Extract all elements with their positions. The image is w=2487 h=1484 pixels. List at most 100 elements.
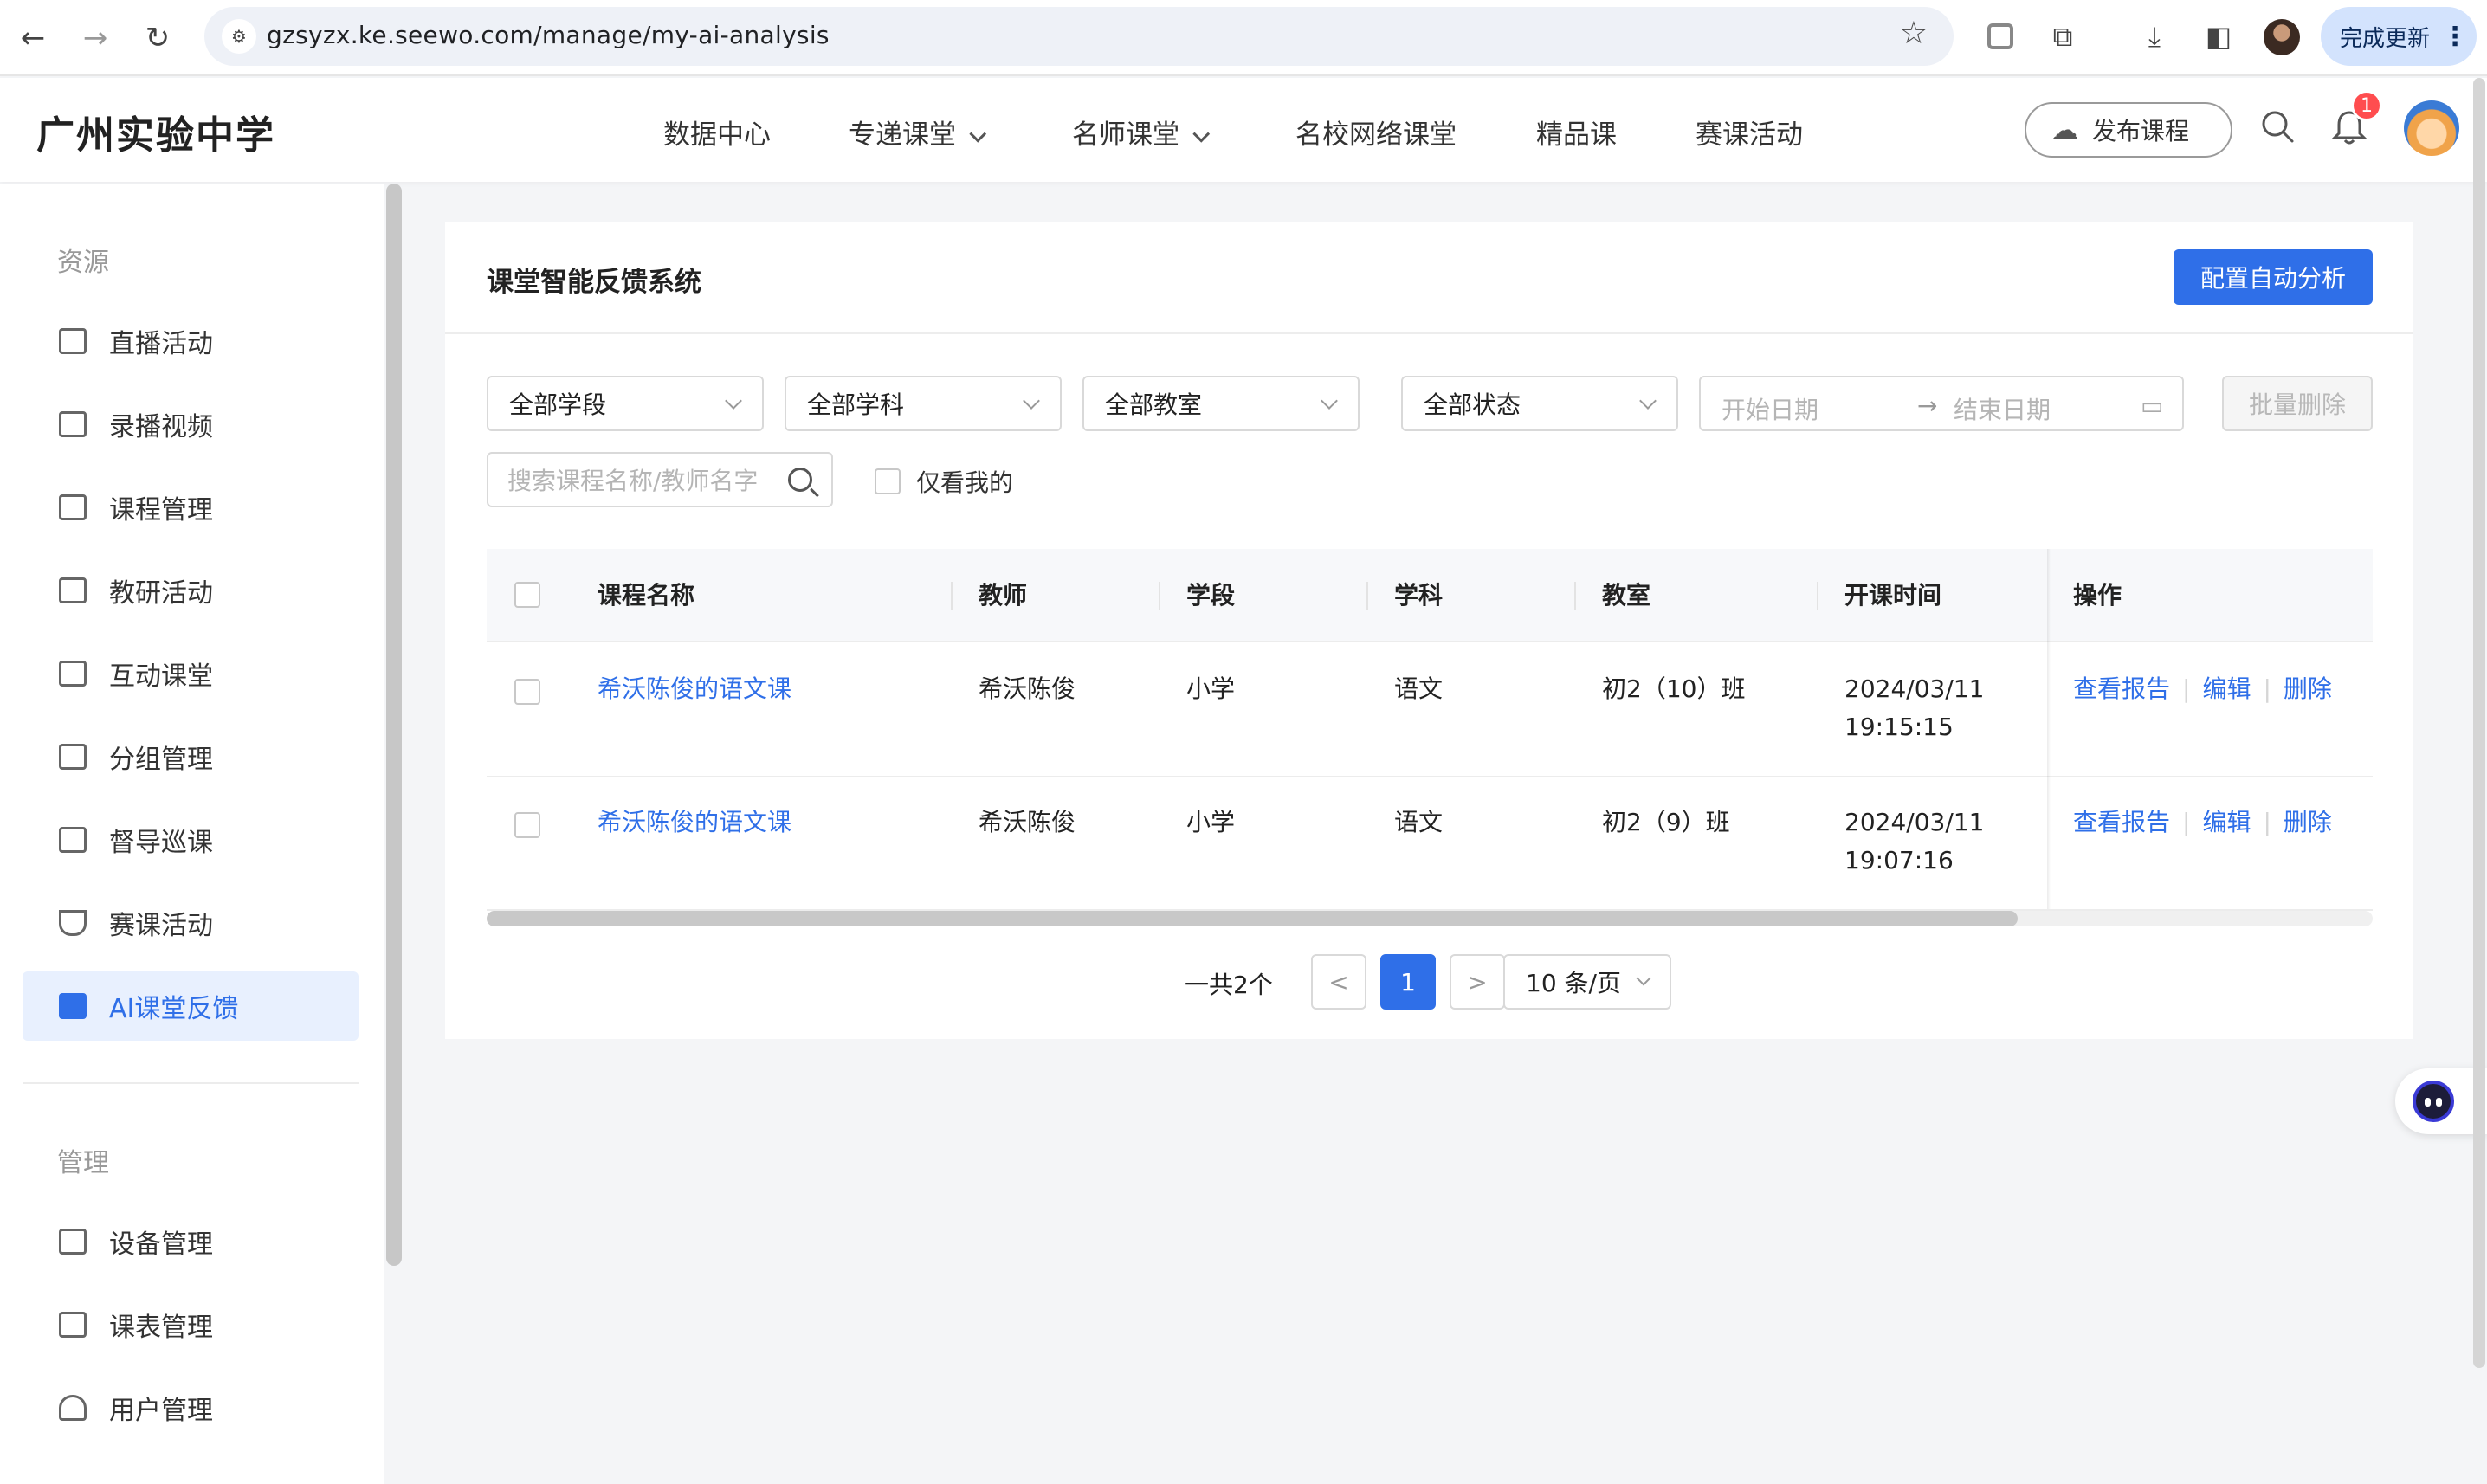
only-mine-checkbox[interactable]: 仅看我的 xyxy=(875,464,1013,499)
sidebar-item-schedule[interactable]: 课表管理 xyxy=(23,1290,359,1359)
batch-delete-button[interactable]: 批量删除 xyxy=(2222,376,2373,431)
nav-relay-classroom[interactable]: 专递课堂 xyxy=(849,113,987,152)
sidebar-item-competition[interactable]: 赛课活动 xyxy=(23,888,359,958)
sidebar-item-label: 用户管理 xyxy=(109,1396,213,1426)
table-row: 希沃陈俊的语文课 希沃陈俊 小学 语文 初2（10）班 2024/03/11 1… xyxy=(487,644,2373,777)
back-arrow-icon[interactable]: ← xyxy=(12,17,54,59)
view-report-link[interactable]: 查看报告 xyxy=(2073,808,2170,836)
checkbox[interactable] xyxy=(875,468,901,494)
edit-link[interactable]: 编辑 xyxy=(2202,808,2251,836)
config-auto-analysis-button[interactable]: 配置自动分析 xyxy=(2174,249,2373,305)
nav-label: 精品课 xyxy=(1536,119,1617,151)
sidebar-item-label: 直播活动 xyxy=(109,329,213,359)
nav-data-center[interactable]: 数据中心 xyxy=(663,113,771,152)
stage-select[interactable]: 全部学段 xyxy=(487,376,764,431)
nav-competition[interactable]: 赛课活动 xyxy=(1696,113,1803,152)
download-icon[interactable]: ⤓ xyxy=(2134,16,2175,57)
page-number-button[interactable]: 1 xyxy=(1380,954,1436,1010)
assistant-robot-icon xyxy=(2413,1081,2454,1122)
action-divider: | xyxy=(2263,674,2271,703)
sidebar-item-research[interactable]: 教研活动 xyxy=(23,556,359,625)
sidebar-divider xyxy=(23,1082,359,1084)
edit-link[interactable]: 编辑 xyxy=(2202,674,2251,703)
sidebar-scrollbar[interactable] xyxy=(386,184,402,1266)
course-name-link[interactable]: 希沃陈俊的语文课 xyxy=(598,670,791,708)
nav-quality-course[interactable]: 精品课 xyxy=(1536,113,1617,152)
column-divider xyxy=(1159,582,1160,610)
search-icon[interactable] xyxy=(788,468,812,492)
side-panel-icon[interactable]: ◧ xyxy=(2198,16,2239,57)
teacher-cell: 希沃陈俊 xyxy=(979,808,1076,836)
table-horizontal-scrollbar[interactable] xyxy=(487,911,2373,926)
subject-select[interactable]: 全部学科 xyxy=(785,376,1062,431)
sidebar-item-users[interactable]: 用户管理 xyxy=(23,1373,359,1442)
end-date-input[interactable]: 结束日期 xyxy=(1954,391,2051,426)
school-name[interactable]: 广州实验中学 xyxy=(36,104,275,159)
start-time-cell: 19:15:15 xyxy=(1844,713,1954,741)
sidebar-item-recorded-video[interactable]: 录播视频 xyxy=(23,390,359,459)
column-divider xyxy=(1817,582,1818,610)
date-range-picker[interactable]: 开始日期 → 结束日期 ▭ xyxy=(1699,376,2184,431)
extension-icon[interactable] xyxy=(1980,16,2021,57)
subject-select-value: 全部学科 xyxy=(807,390,905,419)
start-date-input[interactable]: 开始日期 xyxy=(1722,391,1818,426)
device-icon xyxy=(59,1229,87,1255)
sidebar-item-label: 设备管理 xyxy=(109,1229,213,1260)
sidebar-item-label: 分组管理 xyxy=(109,745,213,775)
sidebar-item-live[interactable]: 直播活动 xyxy=(23,306,359,376)
sidebar-item-label: 督导巡课 xyxy=(109,828,213,858)
prev-page-button[interactable]: < xyxy=(1311,954,1366,1010)
chevron-right-icon: > xyxy=(1467,967,1488,997)
nav-famous-teacher[interactable]: 名师课堂 xyxy=(1072,113,1211,152)
url-text[interactable]: gzsyzx.ke.seewo.com/manage/my-ai-analysi… xyxy=(267,21,830,49)
bookmark-star-icon[interactable]: ☆ xyxy=(1900,16,1928,51)
sidebar-item-supervision[interactable]: 督导巡课 xyxy=(23,805,359,874)
book-icon xyxy=(59,494,87,520)
next-page-button[interactable]: > xyxy=(1450,954,1505,1010)
delete-link[interactable]: 删除 xyxy=(2284,808,2332,836)
view-report-link[interactable]: 查看报告 xyxy=(2073,674,2170,703)
page-size-select[interactable]: 10 条/页 xyxy=(1503,954,1671,1010)
row-checkbox[interactable] xyxy=(514,679,540,705)
address-bar[interactable]: ⚙ gzsyzx.ke.seewo.com/manage/my-ai-analy… xyxy=(204,7,1954,66)
browser-update-button[interactable]: 完成更新 ⋮ xyxy=(2321,7,2477,66)
status-select-value: 全部状态 xyxy=(1424,390,1521,419)
column-header-start-time: 开课时间 xyxy=(1844,581,1942,610)
table-header: 课程名称 教师 学段 学科 教室 开课时间 操作 xyxy=(487,549,2373,642)
search-icon[interactable] xyxy=(2260,109,2295,144)
publish-course-button[interactable]: ☁ 发布课程 xyxy=(2025,102,2232,158)
browser-profile-avatar[interactable] xyxy=(2264,19,2300,55)
row-checkbox[interactable] xyxy=(514,812,540,838)
forward-arrow-icon[interactable]: → xyxy=(74,17,116,59)
chevron-down-icon xyxy=(1023,392,1040,410)
column-header-stage: 学段 xyxy=(1186,581,1236,610)
sidebar-item-device[interactable]: 设备管理 xyxy=(23,1207,359,1276)
chevron-down-icon xyxy=(969,125,987,143)
course-name-link[interactable]: 希沃陈俊的语文课 xyxy=(598,803,791,842)
sidebar-item-course-manage[interactable]: 课程管理 xyxy=(23,473,359,542)
classroom-select[interactable]: 全部教室 xyxy=(1082,376,1360,431)
extensions-puzzle-icon[interactable]: ⧉ xyxy=(2042,16,2083,57)
trophy-icon xyxy=(59,910,87,936)
delete-link[interactable]: 删除 xyxy=(2284,674,2332,703)
stage-cell: 小学 xyxy=(1186,808,1236,836)
sidebar-item-label: 课程管理 xyxy=(109,495,213,526)
sidebar-item-interactive[interactable]: 互动课堂 xyxy=(23,639,359,708)
subject-cell: 语文 xyxy=(1394,674,1444,703)
reload-icon[interactable]: ↻ xyxy=(137,17,178,59)
search-input[interactable]: 搜索课程名称/教师名字 xyxy=(487,452,833,507)
sidebar-item-ai-feedback[interactable]: AI课堂反馈 xyxy=(23,971,359,1041)
scrollbar-thumb[interactable] xyxy=(487,911,2018,926)
nav-famous-school[interactable]: 名校网络课堂 xyxy=(1295,113,1457,152)
page-scrollbar[interactable] xyxy=(2473,78,2485,1368)
bookmark-icon xyxy=(59,577,87,603)
site-header: 广州实验中学 数据中心 专递课堂 名师课堂 名校网络课堂 精品课 赛课活动 ☁ … xyxy=(0,78,2487,182)
sidebar-item-label: 录播视频 xyxy=(109,412,213,442)
sidebar-item-group[interactable]: 分组管理 xyxy=(23,722,359,791)
select-all-checkbox[interactable] xyxy=(514,582,540,608)
column-header-subject: 学科 xyxy=(1394,581,1444,610)
user-avatar[interactable] xyxy=(2404,100,2459,156)
status-select[interactable]: 全部状态 xyxy=(1401,376,1678,431)
sidebar-item-label: 教研活动 xyxy=(109,578,213,609)
site-info-icon[interactable]: ⚙ xyxy=(222,19,256,54)
